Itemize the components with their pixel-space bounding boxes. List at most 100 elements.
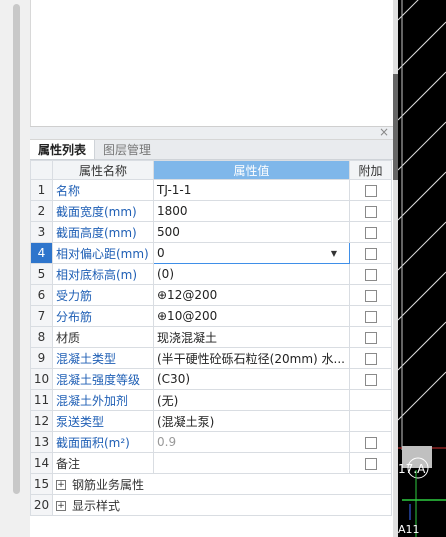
add-checkbox[interactable] — [364, 310, 377, 323]
table-row-group[interactable]: 15 + 钢筋业务属性 — [30, 473, 392, 495]
row-value: 0.9 — [153, 431, 350, 453]
canvas-label-b: A11 — [398, 523, 420, 536]
row-add-cell — [349, 389, 392, 411]
row-number: 20 — [30, 494, 53, 516]
header-name: 属性名称 — [52, 160, 154, 180]
row-value[interactable] — [153, 452, 350, 474]
plus-expand-icon[interactable]: + — [56, 501, 66, 511]
table-row-selected[interactable]: 4 相对偏心距(mm) 0 ▼ — [30, 242, 392, 264]
row-group-name[interactable]: + 钢筋业务属性 — [52, 473, 392, 495]
row-value[interactable]: 现浇混凝土 — [153, 326, 350, 348]
row-name: 截面面积(m²) — [52, 431, 154, 453]
row-group-name[interactable]: + 显示样式 — [52, 494, 392, 516]
row-name: 相对偏心距(mm) — [52, 242, 154, 264]
row-add-cell — [349, 326, 392, 348]
add-checkbox[interactable] — [364, 457, 377, 470]
canvas-drawing — [398, 0, 446, 537]
table-header: 属性名称 属性值 附加 — [30, 160, 392, 180]
dropdown-value: 0 — [157, 246, 165, 260]
header-num — [30, 160, 53, 180]
row-name: 泵送类型 — [52, 410, 154, 432]
plus-expand-icon[interactable]: + — [56, 480, 66, 490]
row-name: 相对底标高(m) — [52, 263, 154, 285]
row-name: 截面高度(mm) — [52, 221, 154, 243]
drawing-canvas[interactable]: 17.A A11 — [398, 0, 446, 537]
row-value[interactable]: ⊕10@200 — [153, 305, 350, 327]
table-row-group[interactable]: 20 + 显示样式 — [30, 494, 392, 516]
row-number: 9 — [30, 347, 53, 369]
row-value[interactable]: (0) — [153, 263, 350, 285]
table-row[interactable]: 6 受力筋 ⊕12@200 — [30, 284, 392, 306]
row-number: 11 — [30, 389, 53, 411]
row-add-cell — [349, 200, 392, 222]
row-number: 2 — [30, 200, 53, 222]
row-number: 7 — [30, 305, 53, 327]
add-checkbox[interactable] — [364, 205, 377, 218]
table-row[interactable]: 8 材质 现浇混凝土 — [30, 326, 392, 348]
tab-property-list[interactable]: 属性列表 — [30, 140, 96, 159]
table-row[interactable]: 5 相对底标高(m) (0) — [30, 263, 392, 285]
row-name: 备注 — [52, 452, 154, 474]
property-panel: × 属性列表 图层管理 属性名称 属性值 附加 1 名称 TJ-1-1 2 截面宽度(… — [30, 125, 393, 537]
row-number: 12 — [30, 410, 53, 432]
row-add-cell — [349, 431, 392, 453]
close-icon[interactable]: × — [379, 125, 389, 139]
row-name: 截面宽度(mm) — [52, 200, 154, 222]
header-add: 附加 — [349, 160, 392, 180]
table-row[interactable]: 3 截面高度(mm) 500 — [30, 221, 392, 243]
row-add-cell — [349, 452, 392, 474]
left-scrollbar[interactable] — [0, 0, 30, 537]
table-row[interactable]: 1 名称 TJ-1-1 — [30, 179, 392, 201]
table-row[interactable]: 7 分布筋 ⊕10@200 — [30, 305, 392, 327]
row-value[interactable]: (半干硬性砼砾石粒径(20mm) 水... — [153, 347, 350, 369]
row-add-cell — [349, 368, 392, 390]
table-row[interactable]: 9 混凝土类型 (半干硬性砼砾石粒径(20mm) 水... — [30, 347, 392, 369]
row-name: 混凝土类型 — [52, 347, 154, 369]
panel-tabs: 属性列表 图层管理 — [30, 140, 393, 160]
table-row[interactable]: 2 截面宽度(mm) 1800 — [30, 200, 392, 222]
add-checkbox[interactable] — [364, 268, 377, 281]
row-value[interactable]: (C30) — [153, 368, 350, 390]
add-checkbox[interactable] — [364, 436, 377, 449]
row-number: 1 — [30, 179, 53, 201]
chevron-down-icon[interactable]: ▼ — [331, 249, 337, 258]
row-value[interactable]: ⊕12@200 — [153, 284, 350, 306]
row-value[interactable]: (无) — [153, 389, 350, 411]
add-checkbox[interactable] — [364, 226, 377, 239]
row-value[interactable]: (混凝土泵) — [153, 410, 350, 432]
row-add-cell — [349, 263, 392, 285]
row-number: 8 — [30, 326, 53, 348]
row-add-cell — [349, 221, 392, 243]
left-scrollbar-thumb[interactable] — [13, 4, 20, 494]
table-row[interactable]: 12 泵送类型 (混凝土泵) — [30, 410, 392, 432]
row-value[interactable]: 1800 — [153, 200, 350, 222]
row-add-cell — [349, 242, 392, 264]
add-checkbox[interactable] — [364, 184, 377, 197]
row-value[interactable]: TJ-1-1 — [153, 179, 350, 201]
row-name: 混凝土外加剂 — [52, 389, 154, 411]
row-add-cell — [349, 410, 392, 432]
row-add-cell — [349, 179, 392, 201]
property-table: 属性名称 属性值 附加 1 名称 TJ-1-1 2 截面宽度(mm) 1800 3 截面高… — [30, 160, 392, 516]
group-label: 显示样式 — [72, 498, 121, 513]
row-value[interactable]: 500 — [153, 221, 350, 243]
row-number: 13 — [30, 431, 53, 453]
add-checkbox[interactable] — [364, 331, 377, 344]
component-list-panel — [30, 0, 393, 126]
row-number: 4 — [30, 242, 53, 264]
row-number: 3 — [30, 221, 53, 243]
table-row[interactable]: 14 备注 — [30, 452, 392, 474]
add-checkbox[interactable] — [364, 247, 377, 260]
row-add-cell — [349, 347, 392, 369]
tab-layer-management[interactable]: 图层管理 — [95, 140, 159, 159]
add-checkbox[interactable] — [364, 352, 377, 365]
table-row[interactable]: 10 混凝土强度等级 (C30) — [30, 368, 392, 390]
table-row[interactable]: 11 混凝土外加剂 (无) — [30, 389, 392, 411]
row-add-cell — [349, 305, 392, 327]
add-checkbox[interactable] — [364, 373, 377, 386]
row-name: 分布筋 — [52, 305, 154, 327]
eccentricity-dropdown[interactable]: 0 ▼ — [153, 242, 350, 264]
table-row[interactable]: 13 截面面积(m²) 0.9 — [30, 431, 392, 453]
row-add-cell — [349, 284, 392, 306]
add-checkbox[interactable] — [364, 289, 377, 302]
